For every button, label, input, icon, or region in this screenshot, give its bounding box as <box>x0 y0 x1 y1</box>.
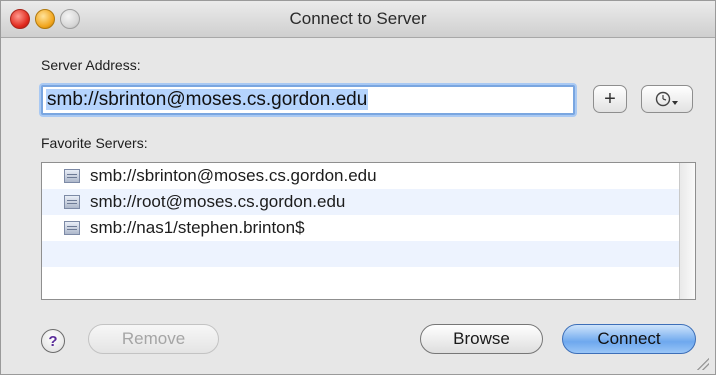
favorite-servers-list[interactable]: smb://sbrinton@moses.cs.gordon.edu smb:/… <box>41 162 696 300</box>
remove-button[interactable]: Remove <box>88 324 219 354</box>
server-address: smb://root@moses.cs.gordon.edu <box>90 192 346 211</box>
recent-servers-button[interactable] <box>641 85 693 113</box>
list-item[interactable]: smb://root@moses.cs.gordon.edu <box>42 189 695 215</box>
resize-grip-icon[interactable] <box>697 358 709 370</box>
browse-button[interactable]: Browse <box>420 324 543 354</box>
server-icon <box>64 169 80 183</box>
server-address-input[interactable]: smb://sbrinton@moses.cs.gordon.edu <box>41 85 575 115</box>
question-mark-icon: ? <box>48 332 58 350</box>
connect-button[interactable]: Connect <box>562 324 696 354</box>
list-item[interactable]: smb://sbrinton@moses.cs.gordon.edu <box>42 163 695 189</box>
connect-to-server-window: Connect to Server Server Address: smb://… <box>0 0 716 375</box>
title-bar[interactable]: Connect to Server <box>1 1 715 38</box>
server-icon <box>64 195 80 209</box>
server-icon <box>64 221 80 235</box>
empty-list-row <box>42 241 695 267</box>
list-scrollbar[interactable] <box>679 163 695 299</box>
plus-icon: + <box>604 87 616 110</box>
favorite-servers-label: Favorite Servers: <box>41 135 148 151</box>
list-item[interactable]: smb://nas1/stephen.brinton$ <box>42 215 695 241</box>
server-address-label: Server Address: <box>41 57 141 73</box>
empty-list-row <box>42 267 695 293</box>
server-address-value: smb://sbrinton@moses.cs.gordon.edu <box>46 89 369 110</box>
help-button[interactable]: ? <box>41 329 65 353</box>
add-favorite-button[interactable]: + <box>593 85 627 113</box>
server-address: smb://sbrinton@moses.cs.gordon.edu <box>90 166 377 185</box>
window-title: Connect to Server <box>289 9 427 28</box>
server-address: smb://nas1/stephen.brinton$ <box>90 218 305 237</box>
clock-dropdown-icon <box>655 91 678 107</box>
